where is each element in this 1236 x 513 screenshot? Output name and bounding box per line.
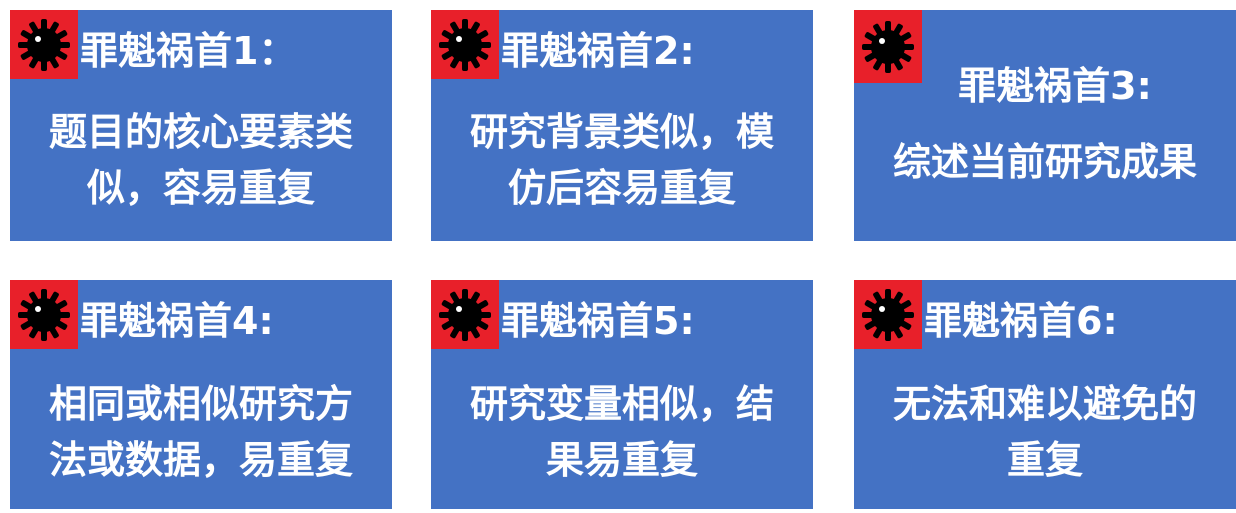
card-title: 罪魁祸首3: xyxy=(958,64,1152,108)
card-description-line-1: 综述当前研究成果 xyxy=(892,140,1197,184)
card-culprit-5: 罪魁祸首5: 研究变量相似，结 果易重复 xyxy=(431,280,813,509)
card-description: 题目的核心要素类 似，容易重复 xyxy=(20,104,382,216)
card-title: 罪魁祸首2: xyxy=(501,29,695,73)
card-description: 综述当前研究成果 xyxy=(864,134,1226,190)
card-description-line-1: 相同或相似研究方 xyxy=(48,382,353,426)
card-culprit-4: 罪魁祸首4: 相同或相似研究方 法或数据，易重复 xyxy=(10,280,392,509)
virus-icon xyxy=(431,10,499,79)
card-description-line-1: 无法和难以避免的 xyxy=(892,382,1197,426)
card-description-line-1: 题目的核心要素类 xyxy=(48,110,353,154)
card-title: 罪魁祸首6: xyxy=(924,299,1118,343)
card-description-line-2: 法或数据，易重复 xyxy=(48,438,353,482)
card-description-line-2: 似，容易重复 xyxy=(86,166,315,210)
card-description-line-1: 研究背景类似，模 xyxy=(469,110,774,154)
card-description-line-2: 重复 xyxy=(1006,438,1083,482)
card-culprit-1: 罪魁祸首1： 题目的核心要素类 似，容易重复 xyxy=(10,10,392,241)
card-culprit-3: 罪魁祸首3: 综述当前研究成果 xyxy=(854,10,1236,241)
card-description: 研究变量相似，结 果易重复 xyxy=(441,376,803,488)
virus-icon xyxy=(10,10,78,79)
card-description-line-2: 果易重复 xyxy=(545,438,698,482)
card-culprit-6: 罪魁祸首6: 无法和难以避免的 重复 xyxy=(854,280,1236,509)
card-title: 罪魁祸首4: xyxy=(80,299,274,343)
card-title: 罪魁祸首1： xyxy=(80,29,297,73)
card-description: 相同或相似研究方 法或数据，易重复 xyxy=(20,376,382,488)
virus-icon xyxy=(431,280,499,349)
card-description: 无法和难以避免的 重复 xyxy=(864,376,1226,488)
card-title: 罪魁祸首5: xyxy=(501,299,695,343)
virus-icon xyxy=(10,280,78,349)
card-description-line-2: 仿后容易重复 xyxy=(507,166,736,210)
card-culprit-2: 罪魁祸首2: 研究背景类似，模 仿后容易重复 xyxy=(431,10,813,241)
virus-icon xyxy=(854,280,922,349)
card-description-line-1: 研究变量相似，结 xyxy=(469,382,774,426)
card-description: 研究背景类似，模 仿后容易重复 xyxy=(441,104,803,216)
